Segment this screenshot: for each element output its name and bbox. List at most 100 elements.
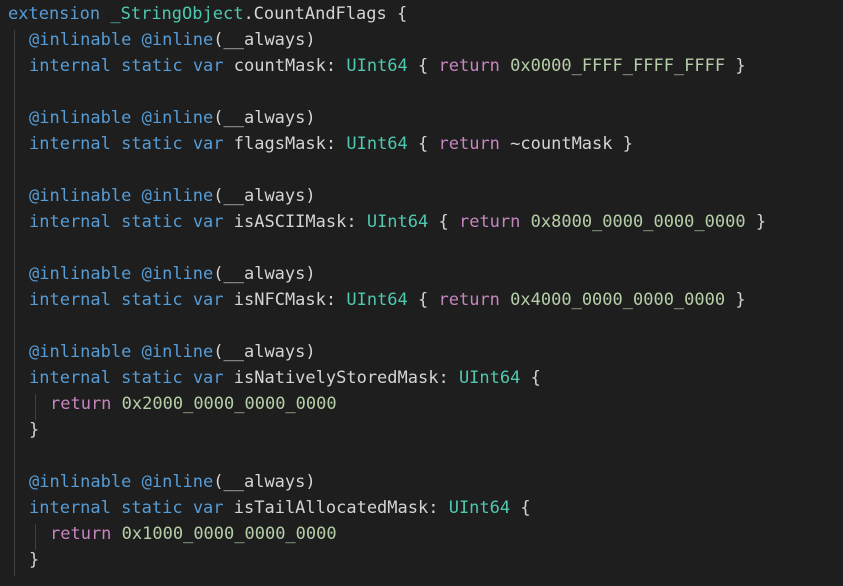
code-token: }: [29, 420, 40, 440]
code-token: 0x2000_0000_0000_0000: [121, 394, 337, 414]
code-token: UInt64: [346, 134, 408, 154]
code-token: var: [192, 212, 224, 232]
code-token: UInt64: [448, 498, 511, 518]
code-line[interactable]: return 0x2000_0000_0000_0000: [50, 391, 337, 417]
code-token: }: [725, 290, 746, 310]
code-token: 0x4000_0000_0000_0000: [510, 290, 726, 310]
code-line[interactable]: }: [29, 547, 39, 573]
code-token: @inline: [141, 264, 214, 284]
code-token: countMask:: [223, 56, 347, 76]
code-token: @inline: [141, 186, 214, 206]
code-line[interactable]: internal static var countMask: UInt64 { …: [29, 53, 746, 79]
code-token: {: [407, 56, 439, 76]
code-token: @inline: [141, 108, 214, 128]
code-token: var: [192, 56, 224, 76]
code-token: isTailAllocatedMask:: [223, 498, 449, 518]
code-token: static: [121, 212, 183, 232]
code-line[interactable]: @inlinable @inline(__always): [29, 339, 316, 365]
code-token: isASCIIMask:: [223, 212, 367, 232]
code-token: return: [458, 212, 521, 232]
code-token: static: [121, 368, 183, 388]
code-line[interactable]: internal static var flagsMask: UInt64 { …: [29, 131, 633, 157]
code-token: }: [29, 550, 40, 570]
code-token: isNativelyStoredMask:: [223, 368, 459, 388]
code-token: UInt64: [346, 56, 408, 76]
code-token: var: [192, 290, 224, 310]
code-token: internal: [29, 368, 111, 388]
code-token: @inlinable: [29, 472, 132, 492]
code-token: internal: [29, 498, 111, 518]
code-token: _StringObject: [110, 4, 244, 24]
code-token: UInt64: [366, 212, 429, 232]
code-token: static: [121, 134, 183, 154]
code-line[interactable]: @inlinable @inline(__always): [29, 183, 316, 209]
code-token: (__always): [213, 30, 316, 50]
code-token: internal: [29, 56, 111, 76]
code-token: @inlinable: [29, 264, 132, 284]
code-token: UInt64: [458, 368, 521, 388]
code-token: flagsMask:: [223, 134, 347, 154]
code-token: {: [428, 212, 459, 232]
code-token: var: [192, 498, 224, 518]
code-token: isNFCMask:: [223, 290, 347, 310]
code-line[interactable]: internal static var isNFCMask: UInt64 { …: [29, 287, 746, 313]
code-token: return: [438, 290, 500, 310]
code-token: {: [510, 498, 531, 518]
code-line[interactable]: internal static var isNativelyStoredMask…: [29, 365, 541, 391]
code-line[interactable]: @inlinable @inline(__always): [29, 261, 316, 287]
code-token: {: [407, 290, 439, 310]
code-token: extension: [8, 4, 101, 24]
code-token: return: [50, 524, 112, 544]
code-token: static: [121, 290, 183, 310]
code-token: @inlinable: [29, 342, 132, 362]
code-token: @inline: [141, 472, 214, 492]
code-line[interactable]: @inlinable @inline(__always): [29, 105, 316, 131]
code-token: @inlinable: [29, 108, 132, 128]
code-line[interactable]: }: [29, 417, 39, 443]
code-token: var: [192, 368, 224, 388]
code-token: 0x0000_FFFF_FFFF_FFFF: [510, 56, 726, 76]
code-token: @inlinable: [29, 30, 132, 50]
code-token: return: [438, 134, 500, 154]
code-token: return: [50, 394, 112, 414]
code-token: internal: [29, 134, 111, 154]
code-line[interactable]: internal static var isTailAllocatedMask:…: [29, 495, 531, 521]
code-token: }: [725, 56, 746, 76]
code-token: (__always): [213, 108, 316, 128]
code-line[interactable]: extension _StringObject.CountAndFlags {: [8, 1, 407, 27]
code-line[interactable]: return 0x1000_0000_0000_0000: [50, 521, 337, 547]
code-line[interactable]: internal static var isASCIIMask: UInt64 …: [29, 209, 766, 235]
code-token: @inlinable: [29, 186, 132, 206]
code-token: (__always): [213, 472, 316, 492]
code-token: internal: [29, 212, 111, 232]
code-token: {: [407, 134, 439, 154]
code-line[interactable]: @inlinable @inline(__always): [29, 27, 316, 53]
code-token: (__always): [213, 264, 316, 284]
code-token: (__always): [213, 342, 316, 362]
code-line[interactable]: @inlinable @inline(__always): [29, 469, 316, 495]
code-token: (__always): [213, 186, 316, 206]
code-editor[interactable]: extension _StringObject.CountAndFlags {@…: [0, 0, 843, 586]
code-token: }: [745, 212, 767, 232]
